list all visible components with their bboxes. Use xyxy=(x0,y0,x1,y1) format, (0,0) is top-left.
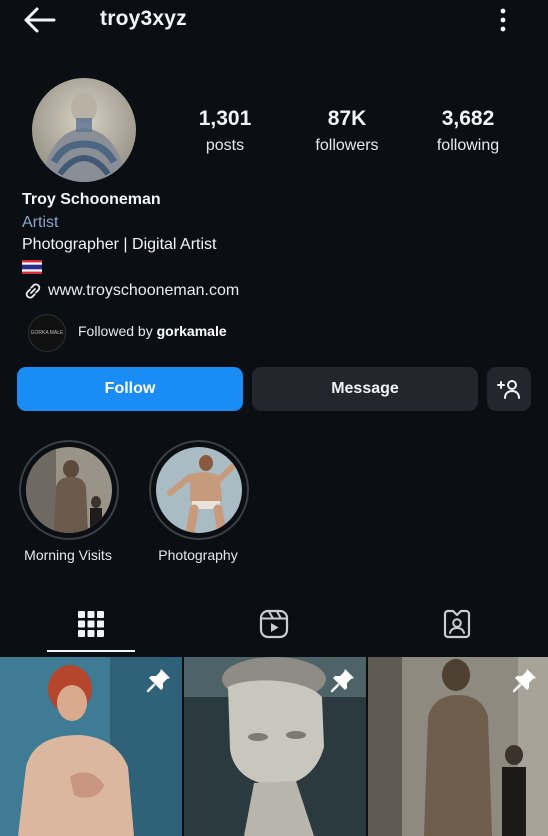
profile-category: Artist xyxy=(22,214,59,231)
tagged-icon xyxy=(443,609,471,639)
stat-followers[interactable]: 87K followers xyxy=(287,107,407,155)
highlight-morning-visits[interactable] xyxy=(19,440,119,540)
highlight-thumbnail xyxy=(26,447,112,533)
highlight-label: Photography xyxy=(158,547,238,563)
stat-posts[interactable]: 1,301 posts xyxy=(165,107,285,155)
stat-value: 1,301 xyxy=(198,107,252,130)
profile-username: troy3xyz xyxy=(100,7,187,30)
post-tile[interactable] xyxy=(368,657,548,836)
followed-by-text[interactable]: Followed by gorkamale xyxy=(78,323,227,339)
pin-icon xyxy=(512,669,536,693)
post-tile[interactable] xyxy=(184,657,366,836)
pin-icon xyxy=(146,669,170,693)
mutual-follower-avatar[interactable]: GORKA MALE xyxy=(28,314,66,352)
active-tab-indicator xyxy=(47,650,135,652)
back-arrow-icon[interactable] xyxy=(22,6,56,34)
reels-icon xyxy=(259,609,289,639)
followed-by-prefix: Followed by xyxy=(78,323,157,339)
tab-reels[interactable] xyxy=(230,596,318,652)
tab-posts-grid[interactable] xyxy=(47,596,135,652)
profile-display-name: Troy Schooneman xyxy=(22,191,161,208)
thailand-flag-icon xyxy=(22,260,42,274)
link-icon xyxy=(25,283,41,299)
website-link[interactable]: www.troyschooneman.com xyxy=(22,281,239,301)
add-person-button[interactable] xyxy=(487,367,531,411)
highlight-thumbnail xyxy=(156,447,242,533)
highlight-label: Morning Visits xyxy=(24,547,112,563)
stat-following[interactable]: 3,682 following xyxy=(408,107,528,155)
followed-by-user: gorkamale xyxy=(156,323,227,339)
stat-label: following xyxy=(436,137,500,154)
tab-tagged[interactable] xyxy=(413,596,501,652)
profile-bio: Photographer | Digital Artist xyxy=(22,236,217,253)
stat-value: 87K xyxy=(327,107,367,130)
stat-label: followers xyxy=(315,137,379,154)
stat-value: 3,682 xyxy=(441,107,495,130)
highlight-photography[interactable] xyxy=(149,440,249,540)
add-person-icon xyxy=(497,380,520,399)
message-button[interactable]: Message xyxy=(252,367,478,411)
more-options-icon[interactable] xyxy=(494,6,512,34)
pin-icon xyxy=(330,669,354,693)
post-tile[interactable] xyxy=(0,657,182,836)
website-url: www.troyschooneman.com xyxy=(48,282,240,300)
grid-icon xyxy=(78,611,104,637)
profile-avatar[interactable] xyxy=(32,78,136,182)
top-bar: troy3xyz xyxy=(0,0,548,40)
follow-button[interactable]: Follow xyxy=(17,367,243,411)
stat-label: posts xyxy=(205,137,245,154)
mutual-follower-avatar-text: GORKA MALE xyxy=(30,330,64,336)
